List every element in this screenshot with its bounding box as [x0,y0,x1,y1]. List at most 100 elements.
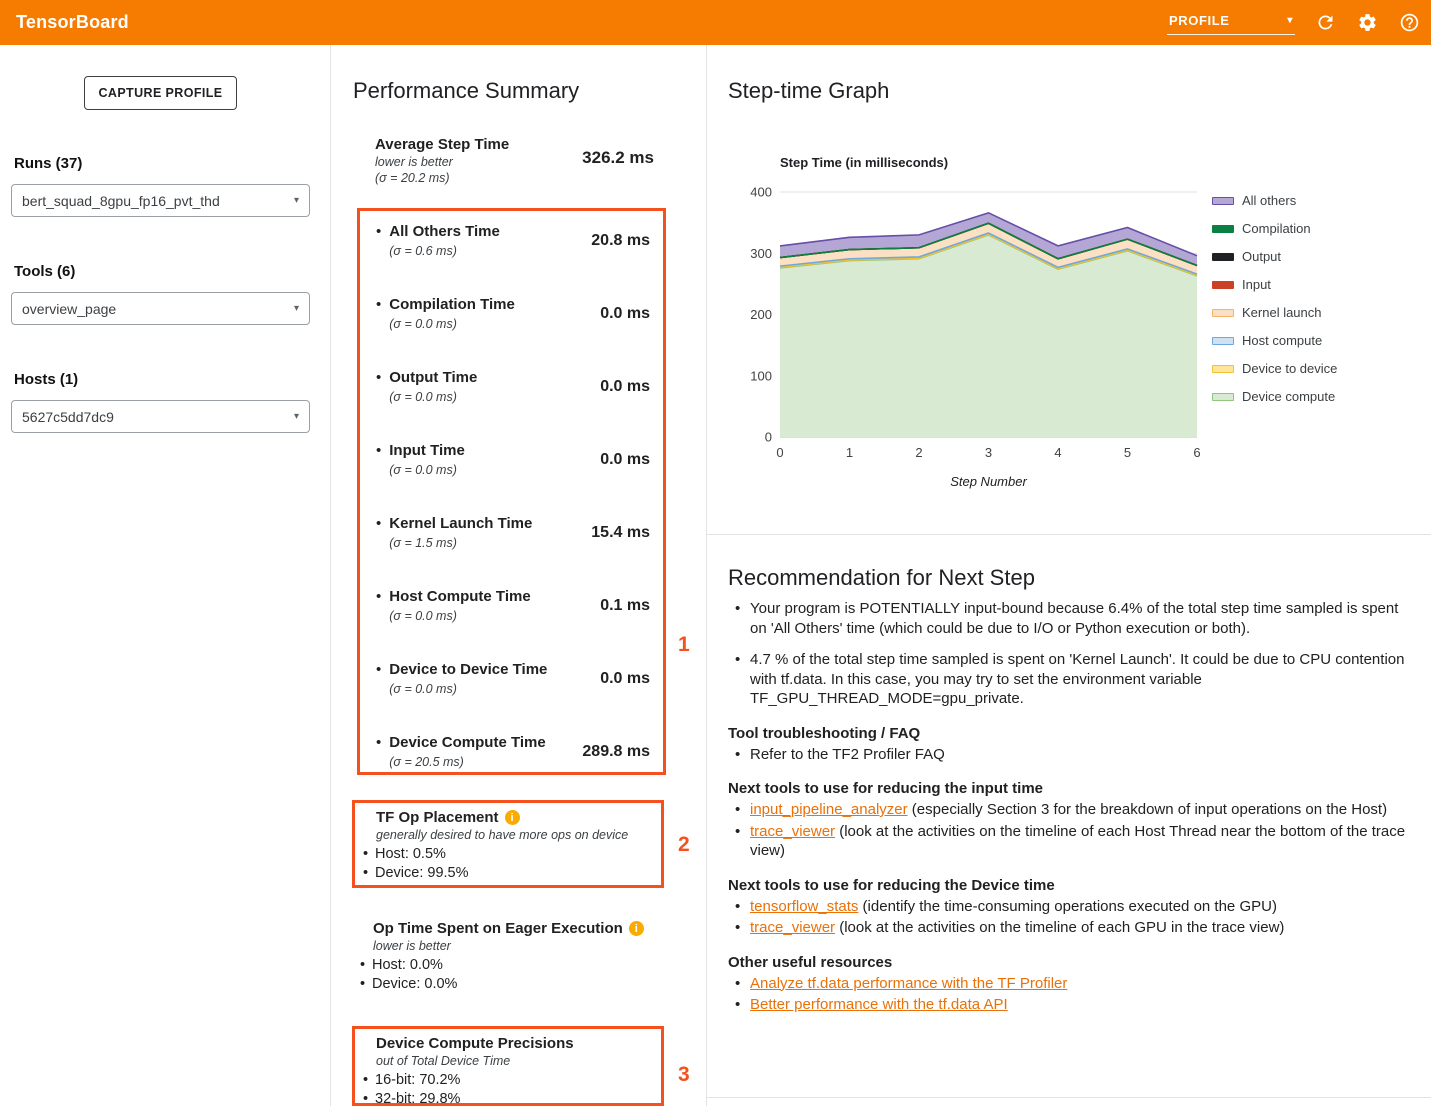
y-tick-label: 300 [750,246,772,261]
metric-row: •Kernel Launch Time(σ = 1.5 ms)15.4 ms [360,515,663,588]
x-tick-label: 0 [776,445,783,460]
recommendation-sections: Tool troubleshooting / FAQRefer to the T… [728,725,1411,1015]
metric-row: •Compilation Time(σ = 0.0 ms)0.0 ms [360,296,663,369]
metric-label: All Others Time [389,223,591,241]
step-time-chart[interactable]: 01002003004000123456Step Number [737,177,1207,492]
recommendation-item: Better performance with the tf.data API [728,995,1411,1015]
eager-execution-list: Host: 0.0%Device: 0.0% [358,956,656,994]
chevron-down-icon: ▾ [294,195,299,206]
metric-row: •Device Compute Time(σ = 20.5 ms)289.8 m… [360,734,663,772]
runs-select-value: bert_squad_8gpu_fp16_pvt_thd [22,193,220,209]
x-tick-label: 3 [985,445,992,460]
info-icon[interactable] [505,810,520,825]
y-tick-label: 200 [750,307,772,322]
topbar-actions: PROFILE ▾ [1167,10,1421,35]
metric-row: •Input Time(σ = 0.0 ms)0.0 ms [360,442,663,515]
recommendation-section-heading: Other useful resources [728,954,1411,971]
annotation-number-1: 1 [678,633,690,657]
x-tick-label: 4 [1054,445,1061,460]
x-axis-title: Step Number [950,474,1027,489]
recommendation-bullet: 4.7 % of the total step time sampled is … [728,650,1411,709]
legend-swatch-icon [1212,225,1234,233]
hosts-select-value: 5627c5dd7dc9 [22,409,114,425]
tools-select[interactable]: overview_page ▾ [11,292,310,325]
settings-button[interactable] [1355,11,1379,35]
legend-item: Device compute [1212,389,1337,404]
recommendation-body: Your program is POTENTIALLY input-bound … [728,599,1411,1015]
link-better-performance-with-the-tf-data-api[interactable]: Better performance with the tf.data API [750,996,1008,1013]
link-analyze-tf-data-performance-with-the-tf-profiler[interactable]: Analyze tf.data performance with the TF … [750,975,1067,992]
metric-value: 20.8 ms [591,223,650,250]
bullet-icon: • [376,223,381,241]
hosts-label: Hosts (1) [14,371,310,388]
metric-row: •Output Time(σ = 0.0 ms)0.0 ms [360,369,663,442]
y-tick-label: 400 [750,185,772,200]
area-device-compute [780,235,1197,437]
hosts-select[interactable]: 5627c5dd7dc9 ▾ [11,400,310,433]
gear-icon [1357,12,1378,33]
info-icon[interactable] [629,921,644,936]
metric-value: 15.4 ms [591,515,650,542]
metric-value: 0.0 ms [600,661,650,688]
link-trace-viewer[interactable]: trace_viewer [750,919,835,936]
link-tensorflow-stats[interactable]: tensorflow_stats [750,898,858,915]
link-input-pipeline-analyzer[interactable]: input_pipeline_analyzer [750,801,908,818]
tf-op-placement-item: Host: 0.5% [361,845,653,864]
bullet-icon: • [376,588,381,606]
metric-sigma: (σ = 0.0 ms) [389,682,600,696]
link-trace-viewer[interactable]: trace_viewer [750,823,835,840]
metric-sigma: (σ = 0.0 ms) [389,609,600,623]
recommendation-title: Recommendation for Next Step [728,565,1035,591]
recommendation-panel: Recommendation for Next Step Your progra… [707,535,1431,1098]
x-tick-label: 2 [915,445,922,460]
legend-swatch-icon [1212,365,1234,373]
runs-field: Runs (37) bert_squad_8gpu_fp16_pvt_thd ▾ [11,155,310,217]
legend-swatch-icon [1212,337,1234,345]
legend-swatch-icon [1212,309,1234,317]
reload-icon [1315,12,1336,33]
tf-op-placement-item: Device: 99.5% [361,864,653,883]
chart-legend: All othersCompilationOutputInputKernel l… [1212,193,1337,404]
chevron-down-icon: ▾ [294,411,299,422]
help-button[interactable] [1397,11,1421,35]
metric-value: 0.0 ms [600,369,650,396]
tools-label: Tools (6) [14,263,310,280]
legend-label: Device to device [1242,361,1337,376]
legend-label: Host compute [1242,333,1322,348]
legend-item: All others [1212,193,1337,208]
recommendation-item: trace_viewer (look at the activities on … [728,822,1411,861]
sidebar: CAPTURE PROFILE Runs (37) bert_squad_8gp… [0,45,331,1106]
runs-label: Runs (37) [14,155,310,172]
eager-execution-note: lower is better [373,939,656,953]
performance-summary-panel: Performance Summary Average Step Time lo… [331,45,707,1106]
chevron-down-icon: ▾ [1287,15,1293,26]
x-tick-label: 5 [1124,445,1131,460]
eager-execution-title: Op Time Spent on Eager Execution [373,920,623,937]
performance-summary-title: Performance Summary [353,78,579,104]
metric-row: •Host Compute Time(σ = 0.0 ms)0.1 ms [360,588,663,661]
legend-swatch-icon [1212,253,1234,261]
dashboard-selector-value: PROFILE [1169,13,1230,28]
runs-select[interactable]: bert_squad_8gpu_fp16_pvt_thd ▾ [11,184,310,217]
recommendation-bullets: Your program is POTENTIALLY input-bound … [728,599,1411,709]
legend-label: Compilation [1242,221,1311,236]
reload-button[interactable] [1313,11,1337,35]
dashboard-selector[interactable]: PROFILE ▾ [1167,10,1295,35]
legend-label: Input [1242,277,1271,292]
metric-label: Output Time [389,369,600,387]
metric-label: Kernel Launch Time [389,515,591,533]
recommendation-text: Refer to the TF2 Profiler FAQ [750,746,945,763]
metric-row: •Device to Device Time(σ = 0.0 ms)0.0 ms [360,661,663,734]
metric-sigma: (σ = 0.0 ms) [389,463,600,477]
legend-swatch-icon [1212,393,1234,401]
legend-item: Host compute [1212,333,1337,348]
x-tick-label: 6 [1193,445,1200,460]
metric-label: Device to Device Time [389,661,600,679]
recommendation-item: input_pipeline_analyzer (especially Sect… [728,800,1411,820]
y-tick-label: 100 [750,368,772,383]
tf-op-placement-title: TF Op Placement [376,809,499,826]
capture-profile-button[interactable]: CAPTURE PROFILE [84,76,237,110]
average-step-time-sigma: (σ = 20.2 ms) [375,171,625,185]
bullet-icon: • [376,515,381,533]
metric-value: 0.0 ms [600,442,650,469]
